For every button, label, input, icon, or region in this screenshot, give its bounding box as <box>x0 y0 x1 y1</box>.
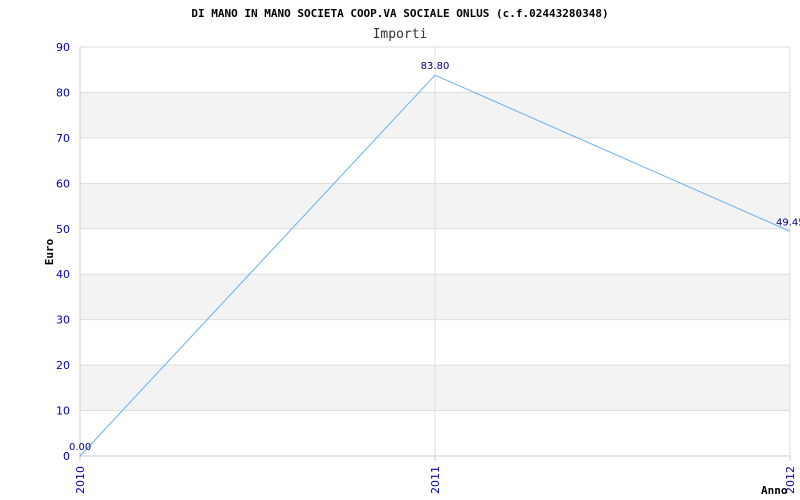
x-tick-labels: 2010 2011 2012 <box>74 466 797 494</box>
y-tick-label: 70 <box>56 132 70 145</box>
chart-subtitle: Importi <box>373 27 428 42</box>
y-axis-label: Euro <box>43 238 56 265</box>
x-tick-label: 2010 <box>74 466 87 494</box>
y-tick-label: 10 <box>56 405 70 418</box>
y-tick-label: 50 <box>56 223 70 236</box>
y-tick-label: 80 <box>56 86 70 99</box>
line-chart: 0102030405060708090 2010 2011 2012 0.0083.… <box>43 7 800 497</box>
x-tick-label: 2011 <box>429 466 442 494</box>
y-tick-labels: 0102030405060708090 <box>56 41 70 463</box>
data-label: 83.80 <box>421 61 450 72</box>
data-label: 0.00 <box>69 442 91 453</box>
x-axis-label: Anno <box>761 484 788 497</box>
y-tick-label: 20 <box>56 359 70 372</box>
data-label: 49.45 <box>776 217 800 228</box>
y-tick-label: 40 <box>56 268 70 281</box>
y-tick-label: 60 <box>56 177 70 190</box>
chart-title: DI MANO IN MANO SOCIETA COOP.VA SOCIALE … <box>191 7 608 20</box>
y-tick-label: 90 <box>56 41 70 54</box>
y-tick-label: 30 <box>56 314 70 327</box>
